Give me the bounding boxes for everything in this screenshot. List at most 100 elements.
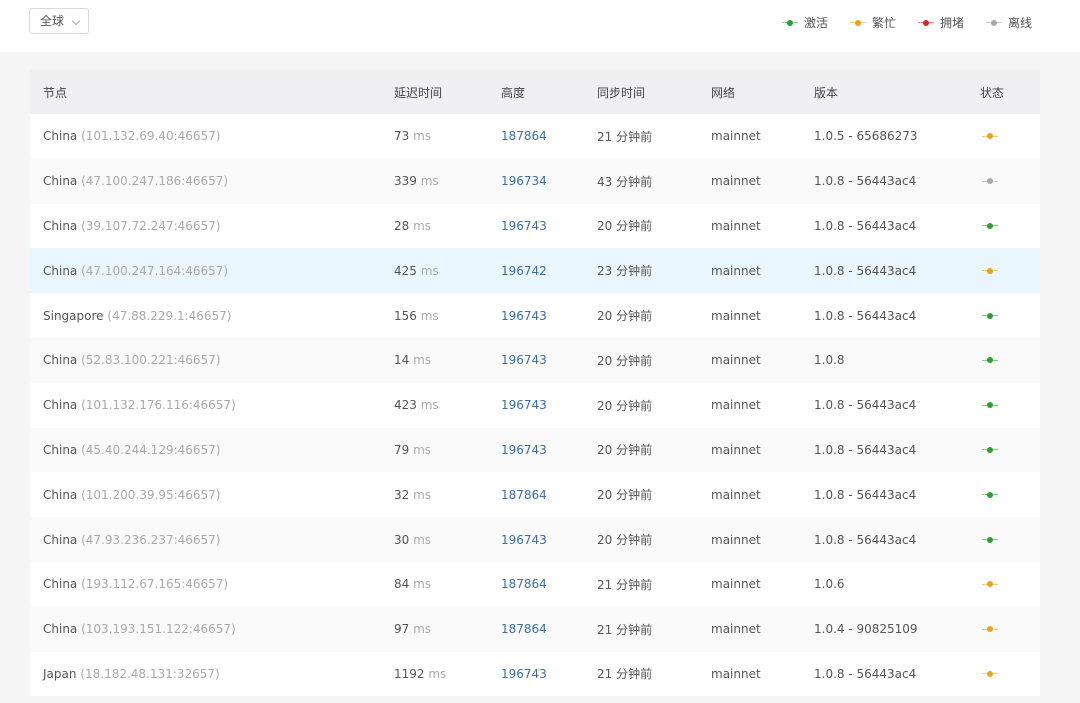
top-bar: 全球 激活 繁忙 拥堵 离线 [0,0,1080,52]
latency-cell: 84 ms [394,577,501,591]
sync-time: 21 分钟前 [597,667,653,682]
node-address: (47.88.229.1:46657) [107,308,232,323]
height-link[interactable]: 196743 [501,309,597,323]
height-link[interactable]: 196743 [501,667,597,681]
latency-cell: 28 ms [394,219,501,233]
latency-cell: 14 ms [394,353,501,367]
table-row[interactable]: China (47.100.247.186:46657) 339 ms 196734… [30,158,1040,204]
node-country: China [43,442,78,457]
version-text: 1.0.8 - 56443ac4 [814,442,917,457]
network-name: mainnet [711,398,761,413]
table-row[interactable]: China (47.100.247.164:46657) 425 ms 196742… [30,248,1040,294]
column-header-height[interactable]: 高度 [501,84,597,101]
network-name: mainnet [711,174,761,189]
node-cell: China (193.112.67.165:46657) [30,577,394,591]
status-dot-icon [982,446,998,454]
height-link[interactable]: 187864 [501,622,597,636]
sync-time: 21 分钟前 [597,129,653,144]
version-text: 1.0.8 - 56443ac4 [814,218,917,233]
latency-cell: 97 ms [394,622,501,636]
height-link[interactable]: 196743 [501,353,597,367]
status-cell [980,174,1040,188]
status-cell [980,443,1040,457]
region-select-value: 全球 [40,14,65,28]
column-header-status[interactable]: 状态 [980,84,1040,101]
table-row[interactable]: China (101.132.176.116:46657) 423 ms 19674… [30,382,1040,428]
network-name: mainnet [711,308,761,323]
version-text: 1.0.8 [814,353,845,368]
height-link[interactable]: 196742 [501,264,597,278]
node-address: (47.100.247.164:46657) [81,263,229,278]
table-row[interactable]: Japan (18.182.48.131:32657) 1192 ms 196743… [30,651,1040,697]
latency-value: 28 [394,218,410,233]
node-country: China [43,532,78,547]
table-row[interactable]: China (193.112.67.165:46657) 84 ms 187864 2… [30,561,1040,607]
latency-value: 30 [394,532,410,547]
latency-unit: ms [413,442,432,457]
legend-label: 激活 [803,16,828,30]
latency-value: 423 [394,398,417,413]
height-link[interactable]: 196734 [501,174,597,188]
node-address: (101.200.39.95:46657) [81,487,221,502]
table-header: 节点 延迟时间 高度 同步时间 网络 版本 状态 [30,70,1040,114]
latency-value: 339 [394,174,417,189]
column-header-network[interactable]: 网络 [711,84,814,101]
table-row[interactable]: China (101.132.69.40:46657) 73 ms 187864 21… [30,114,1040,159]
status-dot-icon [982,356,998,364]
version-text: 1.0.5 - 65686273 [814,129,918,144]
status-cell [980,488,1040,502]
status-dot-icon [982,625,998,633]
status-dot-icon [982,222,998,230]
latency-cell: 32 ms [394,488,501,502]
table-row[interactable]: China (45.40.244.129:46657) 79 ms 196743 20… [30,427,1040,473]
node-country: China [43,622,78,637]
node-cell: China (39.107.72.247:46657) [30,219,394,233]
column-header-node[interactable]: 节点 [30,84,394,101]
height-link[interactable]: 187864 [501,577,597,591]
latency-unit: ms [413,622,432,637]
sync-time: 20 分钟前 [597,219,653,234]
node-cell: China (47.100.247.186:46657) [30,174,394,188]
region-select[interactable]: 全球 [29,8,89,34]
table-row[interactable]: China (52.83.100.221:46657) 14 ms 196743 20… [30,337,1040,383]
height-link[interactable]: 196743 [501,443,597,457]
table-row[interactable]: China (39.107.72.247:46657) 28 ms 196743 20… [30,203,1040,249]
node-address: (52.83.100.221:46657) [81,353,221,368]
column-header-sync[interactable]: 同步时间 [597,84,711,101]
height-link[interactable]: 196743 [501,219,597,233]
sync-time: 20 分钟前 [597,488,653,503]
status-dot-icon [781,19,798,27]
version-text: 1.0.8 - 56443ac4 [814,174,917,189]
latency-value: 156 [394,308,417,323]
sync-time: 20 分钟前 [597,443,653,458]
sync-time: 23 分钟前 [597,264,653,279]
status-cell [980,622,1040,636]
table-row[interactable]: China (101.200.39.95:46657) 32 ms 187864 20… [30,472,1040,518]
height-link[interactable]: 196743 [501,398,597,412]
latency-value: 425 [394,263,417,278]
sync-time: 20 分钟前 [597,353,653,368]
table-row[interactable]: China (47.93.236.237:46657) 30 ms 196743 20… [30,517,1040,562]
status-dot-icon [982,580,998,588]
node-country: China [43,218,78,233]
height-link[interactable]: 187864 [501,129,597,143]
network-name: mainnet [711,666,761,681]
table-row[interactable]: Singapore (47.88.229.1:46657) 156 ms 19674… [30,293,1040,338]
status-dot-icon [982,536,998,544]
column-header-version[interactable]: 版本 [814,84,980,101]
height-link[interactable]: 187864 [501,488,597,502]
table-row[interactable]: China (103.193.151.122:46657) 97 ms 187864… [30,606,1040,652]
network-name: mainnet [711,263,761,278]
height-link[interactable]: 196743 [501,533,597,547]
network-name: mainnet [711,487,761,502]
status-cell [980,264,1040,278]
status-dot-icon [982,401,998,409]
node-address: (193.112.67.165:46657) [81,577,229,592]
latency-unit: ms [428,666,447,681]
column-header-latency[interactable]: 延迟时间 [394,84,501,101]
latency-unit: ms [413,129,432,144]
network-name: mainnet [711,532,761,547]
version-text: 1.0.4 - 90825109 [814,622,918,637]
node-address: (101.132.69.40:46657) [81,129,221,144]
latency-value: 84 [394,577,410,592]
